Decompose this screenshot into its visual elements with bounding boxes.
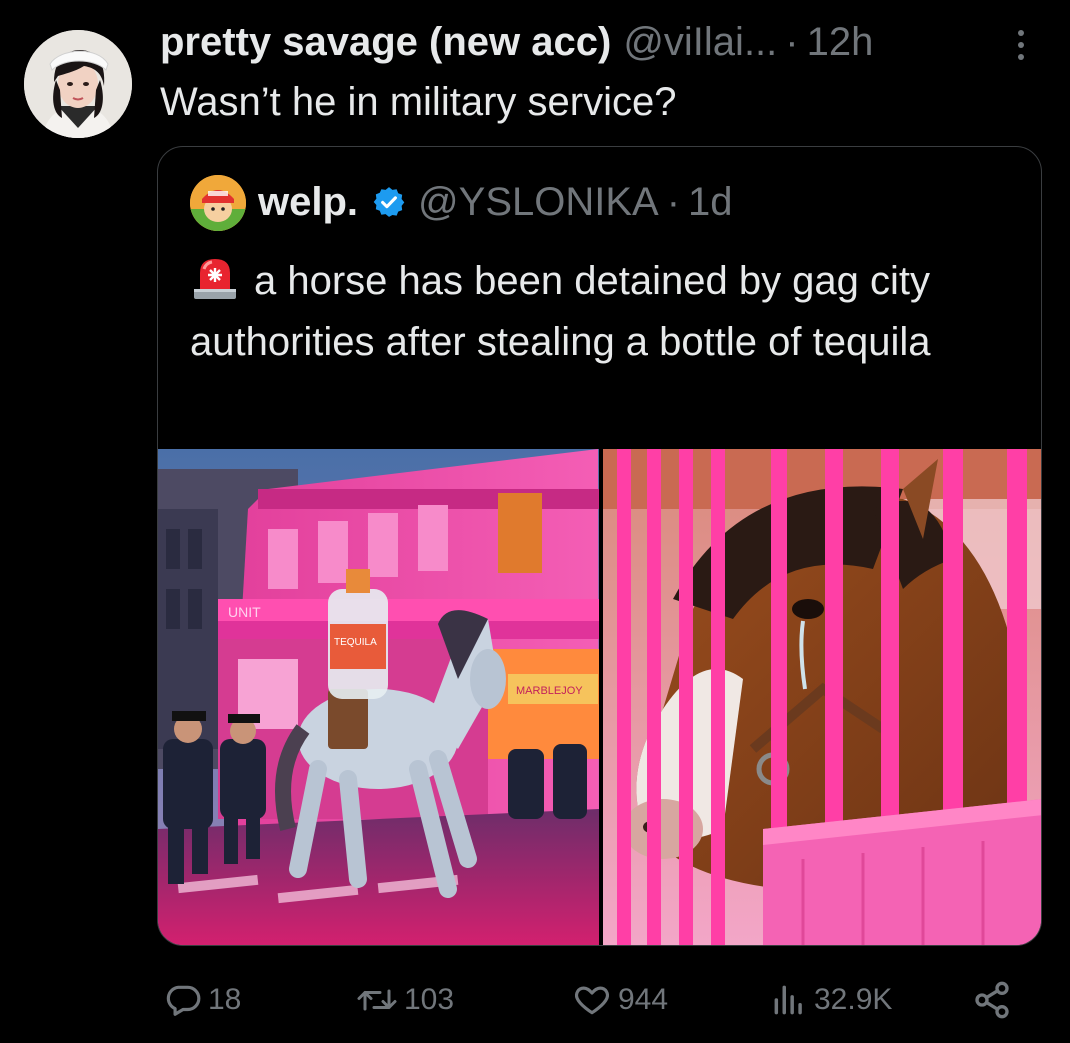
retweet-icon (357, 989, 397, 1011)
quoted-user-avatar[interactable] (190, 175, 246, 231)
quoted-tweet-text-block: a horse has been detained by gag city au… (190, 251, 1010, 373)
display-name[interactable]: pretty savage (new acc) (160, 20, 611, 65)
separator-dot: · (666, 179, 681, 224)
quoted-display-name[interactable]: welp. (258, 180, 358, 225)
quoted-tweet-time[interactable]: 1d (688, 180, 733, 225)
horse-behind-pink-bars-image[interactable] (603, 449, 1041, 945)
cartoon-avatar-icon (190, 175, 246, 231)
views-chart-icon (774, 985, 802, 1015)
reply-icon (166, 985, 201, 1016)
horse-running-with-tequila-image[interactable]: UNIT MARBLEJOY TEQUILA (158, 449, 599, 945)
user-avatar-photo (24, 30, 132, 138)
neon-sign-text: UNIT (228, 604, 261, 620)
retweet-button[interactable]: 103 (356, 970, 454, 1030)
quoted-tweet[interactable]: welp. @YSLONIKA · 1d a horse has been de… (157, 146, 1042, 946)
police-siren-icon (194, 259, 236, 299)
user-handle[interactable]: @viIlai... (623, 20, 777, 65)
tweet-actions: 18 103 944 32.9K (160, 970, 1030, 1030)
reply-count: 18 (208, 983, 242, 1016)
user-avatar[interactable] (24, 30, 132, 138)
separator-dot: · (785, 20, 799, 64)
views-count: 32.9K (814, 983, 893, 1016)
tweet-text: Wasn’t he in military service? (160, 80, 677, 124)
quoted-media: UNIT MARBLEJOY TEQUILA (158, 449, 1041, 945)
like-button[interactable]: 944 (572, 970, 668, 1030)
quoted-tweet-text: a horse has been detained by gag city au… (190, 259, 931, 364)
more-vertical-icon[interactable] (1010, 30, 1032, 70)
share-nodes-icon (975, 981, 1009, 1019)
share-button[interactable] (972, 970, 1018, 1030)
bottle-label-text: TEQUILA (334, 637, 377, 648)
retweet-count: 103 (404, 983, 455, 1016)
views-button[interactable]: 32.9K (770, 970, 892, 1030)
shop-sign-text: MARBLEJOY (516, 685, 583, 697)
tweet-time[interactable]: 12h (807, 20, 874, 65)
tweet-header: pretty savage (new acc) @viIlai... · 12h (160, 20, 873, 72)
like-count: 944 (618, 983, 669, 1016)
quoted-tweet-header: welp. @YSLONIKA · 1d (258, 177, 733, 227)
quoted-user-handle[interactable]: @YSLONIKA (418, 180, 659, 225)
verified-badge-icon (373, 187, 405, 217)
reply-button[interactable]: 18 (164, 970, 241, 1030)
heart-icon (574, 986, 610, 1015)
